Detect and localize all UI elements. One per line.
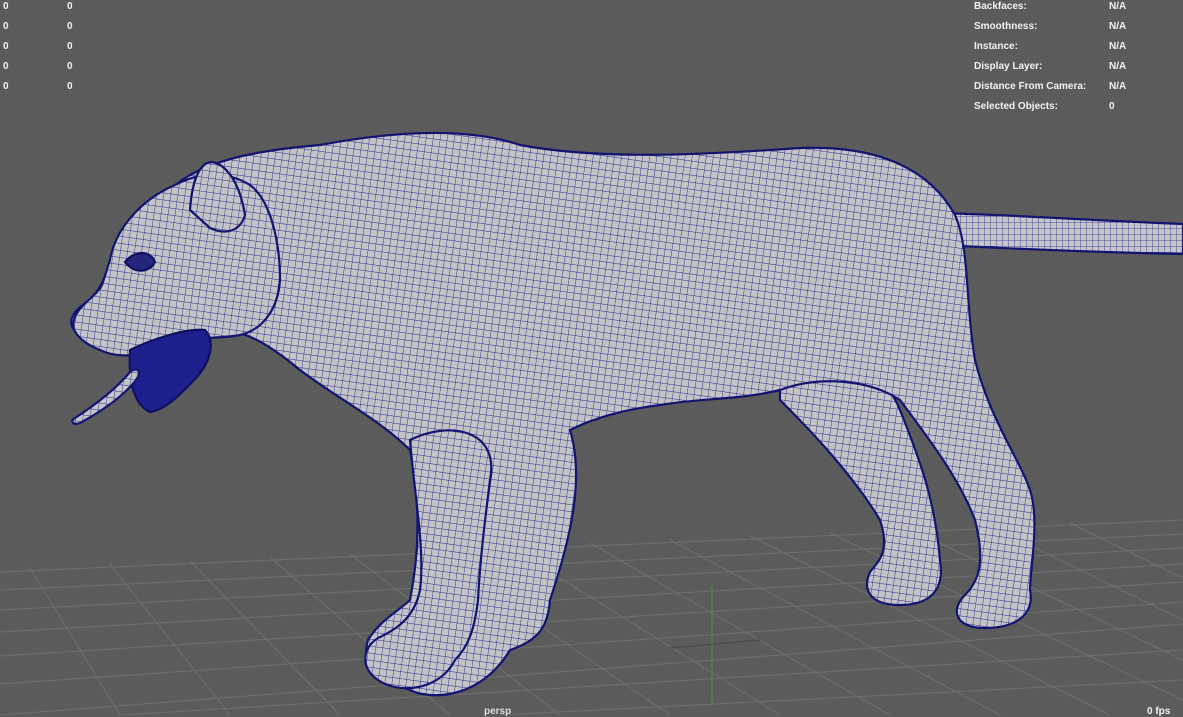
hud-row: 00 — [3, 61, 73, 72]
hud-distance-row: Distance From Camera: N/A — [974, 81, 1127, 92]
hud-instance-row: Instance: N/A — [974, 41, 1127, 52]
hud-row: 00 — [3, 1, 73, 12]
hud-row: 00 — [3, 41, 73, 52]
camera-name-label: persp — [484, 706, 512, 717]
hud-poly-count: 00 00 00 00 00 — [0, 0, 90, 97]
model-tongue — [71, 368, 140, 425]
hud-selected-objects-row: Selected Objects: 0 — [974, 101, 1115, 112]
fps-counter: 0 fps — [1147, 706, 1171, 717]
hud-smoothness-row: Smoothness: N/A — [974, 21, 1127, 32]
model-tail — [933, 211, 1183, 256]
3d-viewport[interactable]: 00 00 00 00 00 Backfaces: N/A Smoothness:… — [0, 0, 1183, 717]
hud-object-details: Backfaces: N/A Smoothness: N/A Instance: N/… — [974, 0, 1179, 117]
hud-backfaces-row: Backfaces: N/A — [974, 1, 1127, 12]
model-head — [72, 173, 282, 357]
world-axis — [669, 585, 761, 705]
hud-row: 00 — [3, 81, 73, 92]
hud-display-layer-row: Display Layer: N/A — [974, 61, 1127, 72]
hud-row: 00 — [3, 21, 73, 32]
